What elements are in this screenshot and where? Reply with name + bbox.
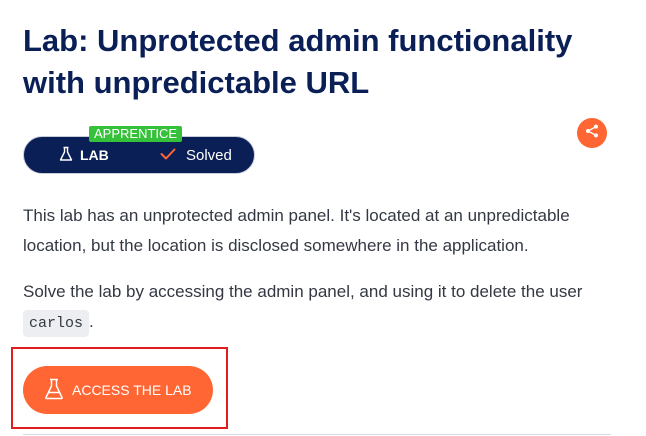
lab-label: LAB bbox=[80, 147, 109, 163]
share-icon bbox=[585, 124, 599, 143]
share-button[interactable] bbox=[577, 118, 607, 148]
checkmark-icon bbox=[160, 147, 186, 164]
lab-page: Lab: Unprotected admin functionality wit… bbox=[0, 0, 646, 436]
lab-description: This lab has an unprotected admin panel.… bbox=[23, 206, 570, 255]
solved-label: Solved bbox=[186, 146, 232, 164]
username-code: carlos bbox=[23, 310, 90, 337]
page-title: Lab: Unprotected admin functionality wit… bbox=[23, 23, 573, 100]
flask-icon bbox=[44, 378, 72, 403]
lab-status-badge: APPRENTICE LAB Solved bbox=[23, 126, 255, 176]
objective-end: . bbox=[89, 312, 94, 331]
section-divider bbox=[23, 434, 611, 435]
flask-icon bbox=[58, 146, 80, 165]
solved-status: Solved bbox=[160, 137, 232, 173]
objective-text: Solve the lab by accessing the admin pan… bbox=[23, 282, 583, 301]
access-lab-button[interactable]: ACCESS THE LAB bbox=[23, 366, 213, 414]
access-lab-label: ACCESS THE LAB bbox=[72, 382, 192, 398]
level-badge: APPRENTICE bbox=[89, 126, 183, 142]
lab-type-label: LAB bbox=[58, 137, 109, 173]
lab-objective: Solve the lab by accessing the admin pan… bbox=[23, 277, 623, 339]
